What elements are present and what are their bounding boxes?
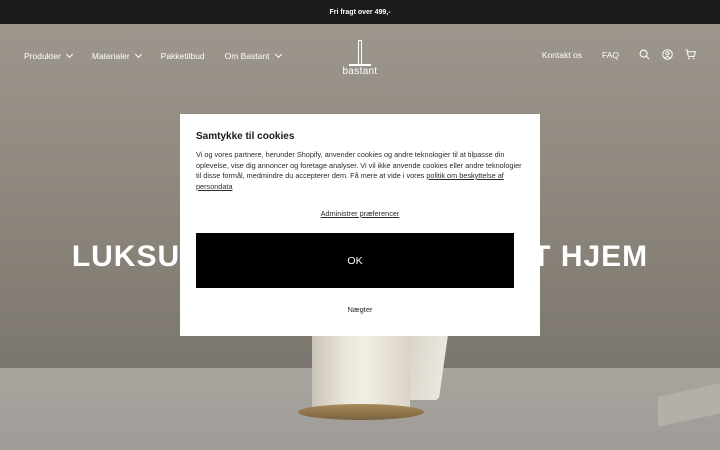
hero-title-left: LUKSU	[71, 240, 181, 273]
account-icon[interactable]	[662, 49, 673, 60]
logo-text: bastant	[342, 66, 378, 77]
header-icons	[639, 49, 696, 60]
search-icon[interactable]	[639, 49, 650, 60]
header-actions: Kontakt os FAQ	[542, 49, 696, 60]
nav-item-label: Produkter	[24, 51, 61, 61]
decline-cookies-button[interactable]: Nægter	[196, 305, 524, 314]
hero-title-right: T HJEM	[532, 240, 649, 273]
chevron-down-icon	[274, 50, 282, 59]
nav-item-materialer[interactable]: Materialer	[91, 50, 142, 61]
logo-mark	[358, 40, 362, 64]
nav-faq-link[interactable]: FAQ	[602, 50, 619, 60]
nav-item-label: Materialer	[91, 51, 130, 61]
roll-holder-base	[298, 404, 424, 420]
nav-item-label: Om Bastant	[224, 51, 270, 61]
accept-cookies-button[interactable]: OK	[196, 233, 514, 288]
nav-item-om-bastant[interactable]: Om Bastant	[224, 50, 282, 61]
nav-contact-link[interactable]: Kontakt os	[542, 50, 582, 60]
chevron-down-icon	[134, 50, 142, 59]
manage-preferences-link[interactable]: Administrer præferencer	[196, 209, 524, 218]
announcement-bar: Fri fragt over 499,-	[0, 0, 720, 24]
nav-item-label: Pakketilbud	[160, 51, 205, 61]
main-nav: Produkter Materialer Pakketilbud Om Bast…	[24, 50, 282, 61]
cart-icon[interactable]	[685, 49, 696, 60]
nav-item-pakketilbud[interactable]: Pakketilbud	[161, 51, 205, 61]
site-logo[interactable]: bastant	[336, 38, 384, 82]
cookie-dialog-title: Samtykke til cookies	[196, 131, 295, 142]
site-header: Produkter Materialer Pakketilbud Om Bast…	[0, 24, 720, 88]
nav-item-produkter[interactable]: Produkter	[24, 50, 73, 61]
cookie-consent-dialog: Samtykke til cookies Vi og vores partner…	[180, 114, 540, 336]
cookie-dialog-body: Vi og vores partnere, herunder Shopify, …	[196, 150, 524, 192]
announcement-text: Fri fragt over 499,-	[329, 8, 391, 16]
chevron-down-icon	[65, 50, 73, 59]
